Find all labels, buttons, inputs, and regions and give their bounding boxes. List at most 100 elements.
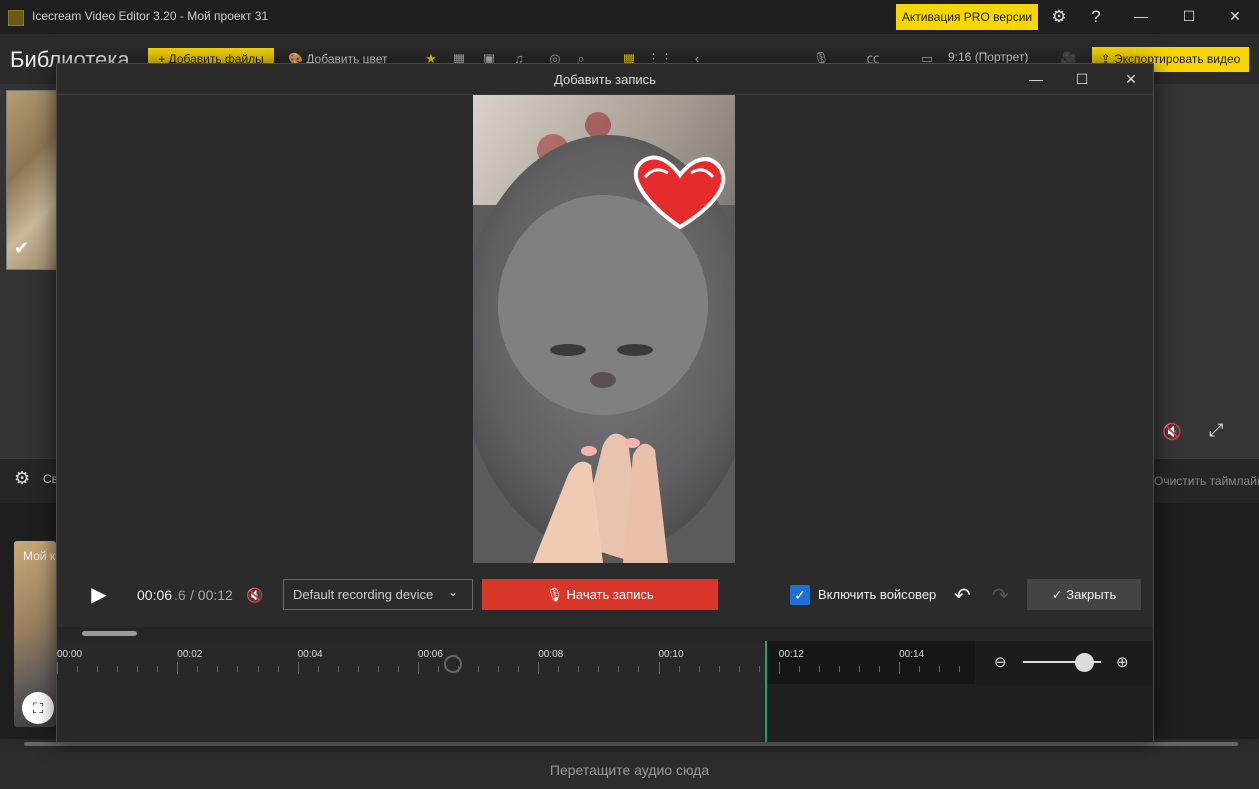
video-preview [473, 95, 735, 563]
redo-icon[interactable]: ↷ [992, 583, 1009, 608]
timeline-tick-label: 00:12 [778, 649, 804, 660]
timeline-tick-label: 00:02 [177, 649, 203, 660]
app-logo-icon [8, 10, 24, 26]
chevron-down-icon: ⌄ [448, 585, 459, 599]
zoom-slider-knob[interactable] [1075, 653, 1094, 672]
timeline-tick [738, 666, 740, 672]
timeline-playhead[interactable] [765, 641, 767, 742]
timeline-tick [578, 666, 580, 672]
audio-drop-label: Перетащите аудио сюда [549, 762, 710, 778]
fullscreen-icon[interactable]: ⤢ [1209, 420, 1223, 441]
close-dialog-button[interactable]: ✓ Закрыть [1027, 579, 1141, 610]
start-recording-label: Начать запись [566, 587, 654, 602]
timeline-tick-label: 00:00 [57, 649, 83, 660]
timeline-tick [899, 662, 901, 674]
microphone-icon: 🎙 [546, 587, 567, 602]
window-maximize-button[interactable]: ☐ [1176, 5, 1202, 27]
start-recording-button[interactable]: 🎙 Начать запись [482, 579, 718, 610]
timeline-tick [818, 666, 820, 672]
timeline-tick [959, 666, 961, 672]
window-title: Icecream Video Editor 3.20 - Мой проект … [32, 9, 269, 23]
timeline-tick [718, 666, 720, 672]
timeline-tick [558, 666, 560, 672]
close-label: Закрыть [1066, 587, 1117, 602]
check-icon: ✓ [1051, 587, 1067, 602]
minimize-icon[interactable]: — [1025, 68, 1047, 90]
timeline-tick [598, 666, 600, 672]
current-time: 00:06 [137, 587, 173, 603]
timeline-tick [518, 666, 520, 672]
timeline-tick [778, 662, 780, 674]
timeline-tick-label: 00:10 [658, 649, 684, 660]
timeline-scrub-handle[interactable] [444, 655, 462, 673]
help-icon[interactable]: ? [1085, 6, 1107, 28]
video-frame-image [473, 95, 735, 563]
zoom-in-icon[interactable]: ⊕ [1116, 653, 1129, 671]
undo-icon[interactable]: ↶ [954, 583, 971, 608]
gear-icon[interactable]: ⚙ [1048, 6, 1070, 28]
timeline-tick [498, 666, 500, 672]
timeline-tick [678, 666, 680, 672]
timeline-tick [217, 666, 219, 672]
timeline-tick [157, 666, 159, 672]
settings-gear-icon[interactable]: ⚙ [14, 468, 30, 489]
dialog-scrollbar-thumb[interactable] [82, 631, 137, 636]
recording-device-select[interactable]: Default recording device [283, 579, 473, 610]
maximize-icon[interactable]: ☐ [1071, 68, 1093, 90]
timeline-tick [698, 666, 700, 672]
timeline-tick [879, 666, 881, 672]
timeline-tick [297, 662, 299, 674]
mute-icon[interactable]: 🔇 [246, 584, 270, 606]
timeline-tick-label: 00:06 [417, 649, 443, 660]
play-icon[interactable]: ▶ [88, 584, 110, 606]
timeline-tick [397, 666, 399, 672]
aspect-ratio-select[interactable]: 9:16 (Портрет) [948, 50, 1028, 64]
window-minimize-button[interactable]: — [1128, 5, 1154, 27]
dialog-title: Добавить запись [554, 72, 656, 87]
timeline-tick [417, 662, 419, 674]
timeline-tick [939, 666, 941, 672]
timeline-tick [919, 666, 921, 672]
dialog-scrollbar[interactable] [57, 627, 1153, 641]
timeline-tick [798, 666, 800, 672]
window-close-button[interactable]: ✕ [1222, 5, 1248, 27]
timeline-tick [618, 666, 620, 672]
timeline-tick [97, 666, 99, 672]
timeline-clip-label: Мой к [23, 549, 56, 563]
voiceover-label[interactable]: Включить войсовер [818, 587, 936, 602]
timeline-tick [277, 666, 279, 672]
timeline-tick-label: 00:14 [899, 649, 925, 660]
preview-mute-icon[interactable]: 🔇 [1162, 422, 1182, 442]
total-time: / 00:12 [190, 587, 233, 603]
check-icon: ✔ [14, 238, 30, 258]
timeline-tick-label: 00:08 [538, 649, 564, 660]
timeline-tick [859, 666, 860, 672]
timeline-tick [658, 662, 660, 674]
timeline-tick [137, 666, 139, 672]
timeline-tick [337, 666, 339, 672]
activate-pro-button[interactable]: Активация PRO версии [896, 4, 1038, 30]
clear-timeline-button[interactable]: Очистить таймлайн [1154, 474, 1259, 488]
timeline-tick [838, 666, 840, 672]
close-icon[interactable]: ✕ [1120, 68, 1142, 90]
timeline-tick [57, 662, 58, 674]
timeline-tick [317, 666, 319, 672]
timeline-tick [357, 666, 359, 672]
timeline-tick [257, 666, 259, 672]
timeline-tick [377, 666, 379, 672]
timeline-tick [538, 662, 540, 674]
timeline-tick [478, 666, 480, 672]
preview-panel [1154, 84, 1259, 458]
zoom-out-icon[interactable]: ⊖ [994, 653, 1007, 671]
timeline-tick [758, 666, 760, 672]
timeline-tick [638, 666, 640, 672]
current-time-fraction: .6 [174, 587, 186, 603]
timeline-tick [177, 662, 179, 674]
timeline-tick [197, 666, 199, 672]
timeline-tick [117, 666, 119, 672]
timeline-tick [77, 666, 79, 672]
voiceover-checkbox[interactable]: ✓ [790, 585, 810, 605]
timeline-tick [437, 666, 439, 672]
timeline-tick [237, 666, 239, 672]
crop-icon[interactable]: ⛶ [22, 692, 54, 724]
